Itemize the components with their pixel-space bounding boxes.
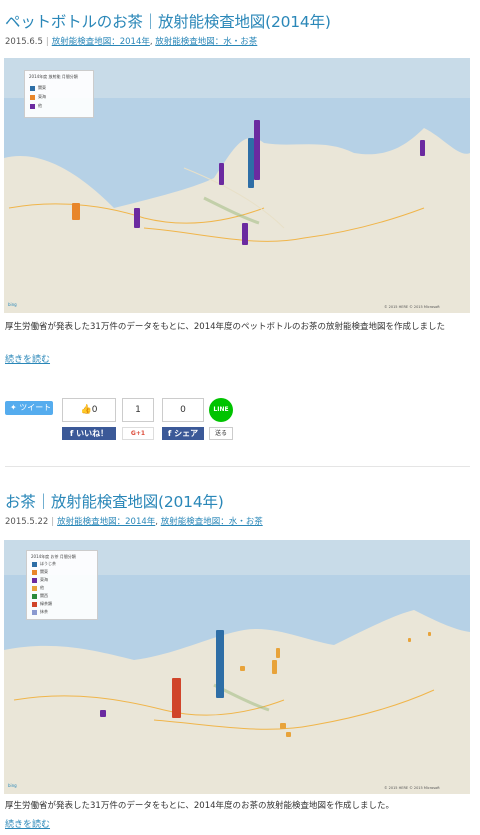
legend-item: 関東 xyxy=(32,569,48,575)
legend-title: 2014年度 お茶 月間分類 xyxy=(31,554,76,559)
map-bar xyxy=(280,723,286,729)
category-link[interactable]: 放射能検査地図：2014年 xyxy=(57,517,155,527)
read-more-link[interactable]: 続きを読む xyxy=(5,817,50,830)
map-copyright: © 2015 HERE © 2015 Microsoft xyxy=(384,786,440,790)
map-bar xyxy=(172,678,181,718)
post-2: お茶｜放射能検査地図(2014年) 2015.5.22 | 放射能検査地図：2014… xyxy=(0,0,480,835)
post-date: 2015.5.22 xyxy=(5,517,49,527)
legend-item: 他 xyxy=(32,585,44,591)
map-bar xyxy=(286,732,291,737)
legend-item: 関西 xyxy=(32,593,48,599)
legend-item: 緑茶類 xyxy=(32,601,52,607)
category-link[interactable]: 放射能検査地図：水・お茶 xyxy=(161,517,263,527)
post-excerpt: 厚生労働省が発表した31万件のデータをもとに、2014年度のお茶の放射能検査地図… xyxy=(5,801,395,811)
post-meta: 2015.5.22 | 放射能検査地図：2014年, 放射能検査地図：水・お茶 xyxy=(5,517,263,527)
legend-item: 抹茶 xyxy=(32,609,48,615)
post-title[interactable]: お茶｜放射能検査地図(2014年) xyxy=(5,490,224,512)
legend-item: ほうじ茶 xyxy=(32,561,56,567)
map-bar xyxy=(240,666,245,671)
map-image: 2014年度 お茶 月間分類 ほうじ茶 関東 東海 他 関西 緑茶類 抹茶 bi… xyxy=(4,540,470,794)
map-bar xyxy=(408,638,411,642)
legend-item: 東海 xyxy=(32,577,48,583)
map-legend: 2014年度 お茶 月間分類 ほうじ茶 関東 東海 他 関西 緑茶類 抹茶 xyxy=(26,550,98,620)
map-bar xyxy=(216,630,224,698)
map-bar xyxy=(272,660,277,674)
map-bar xyxy=(428,632,431,636)
map-bar xyxy=(276,648,280,658)
map-bar xyxy=(100,710,106,717)
bing-logo: bing xyxy=(8,783,17,788)
